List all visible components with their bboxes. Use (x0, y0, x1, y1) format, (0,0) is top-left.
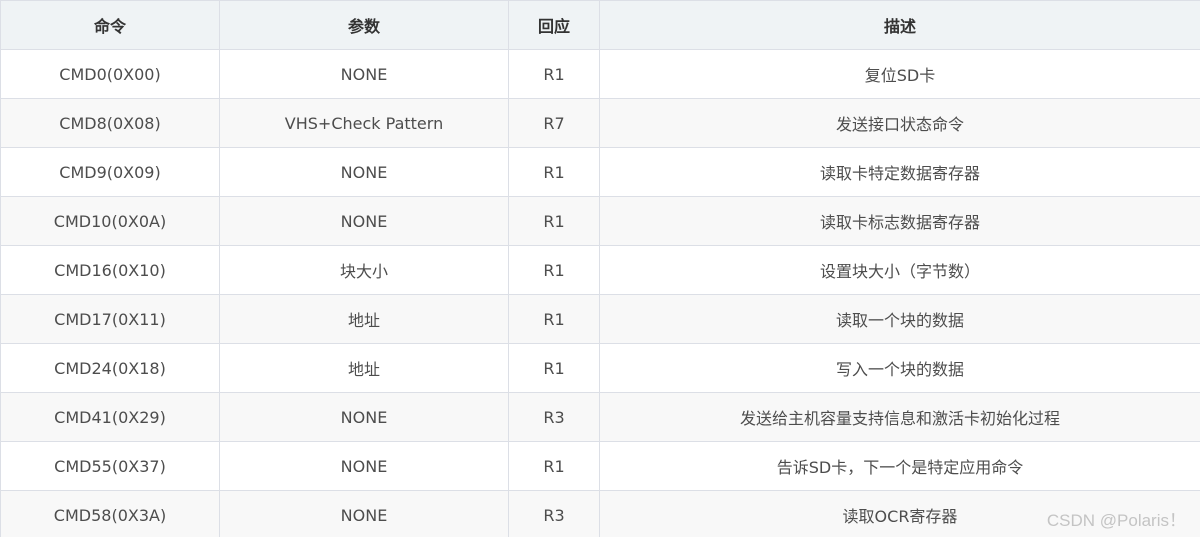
header-response: 回应 (508, 0, 600, 50)
table-row: CMD16(0X10) 块大小 R1 设置块大小（字节数） (0, 245, 1200, 295)
cell-description: 读取一个块的数据 (599, 294, 1200, 344)
table-row: CMD0(0X00) NONE R1 复位SD卡 (0, 49, 1200, 99)
page: 命令 参数 回应 描述 CMD0(0X00) NONE R1 复位SD卡 CMD… (0, 0, 1200, 537)
cell-description: 告诉SD卡，下一个是特定应用命令 (599, 441, 1200, 491)
csdn-watermark: CSDN @Polaris！ (1046, 511, 1186, 530)
cell-response: R3 (508, 490, 600, 537)
cell-description: 发送给主机容量支持信息和激活卡初始化过程 (599, 392, 1200, 442)
table-row: CMD8(0X08) VHS+Check Pattern R7 发送接口状态命令 (0, 98, 1200, 148)
cell-response: R1 (508, 294, 600, 344)
cell-parameter: 地址 (219, 343, 509, 393)
cell-parameter: NONE (219, 490, 509, 537)
header-description: 描述 (599, 0, 1200, 50)
cell-description: 写入一个块的数据 (599, 343, 1200, 393)
table-row: CMD41(0X29) NONE R3 发送给主机容量支持信息和激活卡初始化过程 (0, 392, 1200, 442)
header-parameter: 参数 (219, 0, 509, 50)
table-row: CMD10(0X0A) NONE R1 读取卡标志数据寄存器 (0, 196, 1200, 246)
cell-command: CMD58(0X3A) (0, 490, 220, 537)
cell-description: 读取卡特定数据寄存器 (599, 147, 1200, 197)
cell-response: R1 (508, 49, 600, 99)
cell-parameter: NONE (219, 49, 509, 99)
table-row: CMD9(0X09) NONE R1 读取卡特定数据寄存器 (0, 147, 1200, 197)
cell-command: CMD55(0X37) (0, 441, 220, 491)
cell-response: R3 (508, 392, 600, 442)
cell-parameter: NONE (219, 392, 509, 442)
cell-parameter: 块大小 (219, 245, 509, 295)
cell-parameter: VHS+Check Pattern (219, 98, 509, 148)
cell-parameter: NONE (219, 147, 509, 197)
cell-parameter: 地址 (219, 294, 509, 344)
cell-description: 读取卡标志数据寄存器 (599, 196, 1200, 246)
table-body: CMD0(0X00) NONE R1 复位SD卡 CMD8(0X08) VHS+… (0, 49, 1200, 537)
table-row: CMD58(0X3A) NONE R3 读取OCR寄存器 (0, 490, 1200, 537)
table-row: CMD55(0X37) NONE R1 告诉SD卡，下一个是特定应用命令 (0, 441, 1200, 491)
cell-command: CMD0(0X00) (0, 49, 220, 99)
sd-command-table: 命令 参数 回应 描述 CMD0(0X00) NONE R1 复位SD卡 CMD… (0, 0, 1200, 537)
cell-command: CMD16(0X10) (0, 245, 220, 295)
cell-response: R1 (508, 147, 600, 197)
cell-command: CMD9(0X09) (0, 147, 220, 197)
cell-response: R1 (508, 245, 600, 295)
cell-command: CMD17(0X11) (0, 294, 220, 344)
cell-response: R1 (508, 343, 600, 393)
table-row: CMD17(0X11) 地址 R1 读取一个块的数据 (0, 294, 1200, 344)
cell-description: 复位SD卡 (599, 49, 1200, 99)
header-command: 命令 (0, 0, 220, 50)
cell-description: 设置块大小（字节数） (599, 245, 1200, 295)
cell-command: CMD41(0X29) (0, 392, 220, 442)
cell-description: 发送接口状态命令 (599, 98, 1200, 148)
cell-response: R7 (508, 98, 600, 148)
table-header: 命令 参数 回应 描述 (0, 0, 1200, 50)
cell-command: CMD24(0X18) (0, 343, 220, 393)
cell-parameter: NONE (219, 196, 509, 246)
cell-response: R1 (508, 441, 600, 491)
cell-command: CMD8(0X08) (0, 98, 220, 148)
cell-command: CMD10(0X0A) (0, 196, 220, 246)
header-row: 命令 参数 回应 描述 (0, 0, 1200, 50)
cell-response: R1 (508, 196, 600, 246)
cell-parameter: NONE (219, 441, 509, 491)
table-row: CMD24(0X18) 地址 R1 写入一个块的数据 (0, 343, 1200, 393)
